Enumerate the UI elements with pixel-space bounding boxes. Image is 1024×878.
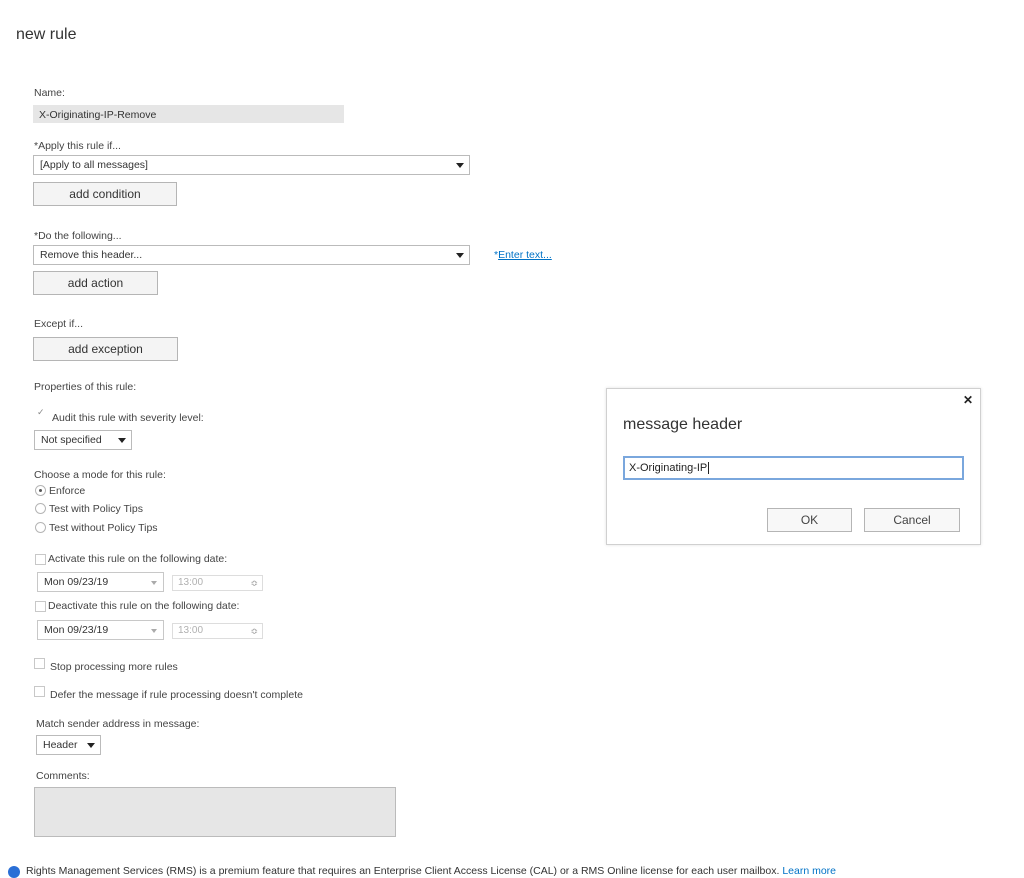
footer-bar: Rights Management Services (RMS) is a pr…	[0, 865, 1024, 878]
deactivate-label: Deactivate this rule on the following da…	[48, 600, 240, 612]
enter-text-link-label: Enter text...	[498, 249, 552, 261]
deactivate-date-picker[interactable]: Mon 09/23/19	[37, 620, 164, 640]
close-icon[interactable]: ✕	[963, 393, 973, 407]
chevron-down-icon	[456, 253, 464, 258]
activate-label: Activate this rule on the following date…	[48, 553, 228, 565]
add-action-button[interactable]: add action	[33, 271, 158, 295]
deactivate-date: Mon 09/23/19	[44, 624, 109, 636]
learn-more-link[interactable]: Learn more	[782, 865, 836, 877]
match-sender-select[interactable]: Header	[36, 735, 101, 755]
header-name-input[interactable]: X-Originating-IP	[623, 456, 964, 480]
mode-label: Choose a mode for this rule:	[34, 469, 166, 481]
checkmark-icon: ✓	[37, 407, 45, 417]
mode-option-test-with-tips: Test with Policy Tips	[49, 503, 143, 515]
cancel-button[interactable]: Cancel	[864, 508, 960, 532]
do-following-select[interactable]: Remove this header...	[33, 245, 470, 265]
match-sender-label: Match sender address in message:	[36, 718, 200, 730]
chevron-down-icon	[456, 163, 464, 168]
comments-label: Comments:	[36, 770, 90, 782]
severity-select[interactable]: Not specified	[34, 430, 132, 450]
activate-date: Mon 09/23/19	[44, 576, 109, 588]
stop-processing-checkbox[interactable]	[34, 658, 45, 669]
activate-time: 13:00	[178, 577, 204, 588]
mode-radio-test-without-tips[interactable]	[35, 522, 46, 533]
properties-label: Properties of this rule:	[34, 381, 137, 393]
name-label: Name:	[34, 87, 65, 99]
mode-option-enforce: Enforce	[49, 485, 86, 497]
mode-radio-enforce[interactable]	[35, 485, 46, 496]
chevron-down-icon	[87, 743, 95, 748]
footer-message: Rights Management Services (RMS) is a pr…	[26, 865, 780, 877]
deactivate-time: 13:00	[178, 625, 204, 636]
spinner-icon[interactable]: ≎	[250, 576, 258, 590]
footer-text: Rights Management Services (RMS) is a pr…	[26, 865, 836, 877]
apply-if-label: *Apply this rule if...	[34, 140, 121, 152]
severity-selected: Not specified	[41, 434, 102, 446]
audit-checkbox-label: Audit this rule with severity level:	[52, 412, 204, 424]
comments-textarea[interactable]	[34, 787, 396, 837]
defer-checkbox[interactable]	[34, 686, 45, 697]
mode-option-test-without-tips: Test without Policy Tips	[49, 522, 158, 534]
do-following-label: *Do the following...	[34, 230, 122, 242]
chevron-down-icon	[118, 438, 126, 443]
ok-button[interactable]: OK	[767, 508, 852, 532]
deactivate-checkbox[interactable]	[35, 601, 46, 612]
deactivate-time-field[interactable]: 13:00 ≎	[172, 623, 263, 639]
chevron-down-icon	[151, 629, 157, 633]
activate-date-picker[interactable]: Mon 09/23/19	[37, 572, 164, 592]
except-if-label: Except if...	[34, 318, 84, 330]
mode-radio-test-with-tips[interactable]	[35, 503, 46, 514]
page-title: new rule	[16, 26, 77, 43]
do-following-selected: Remove this header...	[40, 249, 143, 261]
add-exception-button[interactable]: add exception	[33, 337, 178, 361]
add-condition-button[interactable]: add condition	[33, 182, 177, 206]
apply-if-selected: [Apply to all messages]	[40, 159, 148, 171]
chevron-down-icon	[151, 581, 157, 585]
activate-checkbox[interactable]	[35, 554, 46, 565]
apply-if-select[interactable]: [Apply to all messages]	[33, 155, 470, 175]
name-field[interactable]: X-Originating-IP-Remove	[33, 105, 344, 123]
text-cursor	[708, 462, 710, 475]
match-sender-selected: Header	[43, 739, 78, 751]
message-header-dialog: ✕ message header X-Originating-IP OK Can…	[606, 388, 981, 545]
info-icon	[8, 866, 20, 878]
stop-processing-label: Stop processing more rules	[50, 661, 178, 673]
audit-checkbox[interactable]: ✓	[36, 408, 47, 419]
enter-text-link[interactable]: *Enter text...	[494, 249, 552, 261]
defer-label: Defer the message if rule processing doe…	[50, 689, 303, 701]
dialog-title: message header	[623, 416, 743, 433]
spinner-icon[interactable]: ≎	[250, 624, 258, 638]
activate-time-field[interactable]: 13:00 ≎	[172, 575, 263, 591]
header-name-value: X-Originating-IP	[629, 462, 708, 474]
